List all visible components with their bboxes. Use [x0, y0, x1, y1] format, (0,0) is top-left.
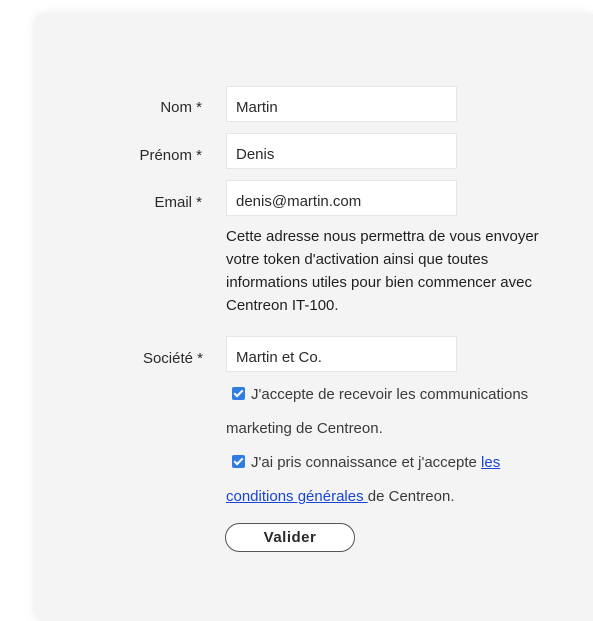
societe-field[interactable] — [226, 336, 457, 372]
nom-field[interactable] — [226, 86, 457, 122]
terms-text-after: de Centreon. — [367, 488, 455, 505]
terms-checkbox[interactable] — [232, 455, 245, 468]
email-label: Email * — [154, 194, 202, 211]
marketing-checkbox[interactable] — [232, 387, 245, 400]
nom-label: Nom * — [160, 99, 202, 116]
email-help-text: Cette adresse nous permettra de vous env… — [226, 228, 539, 314]
submit-button[interactable]: Valider — [225, 523, 355, 552]
terms-text-before: J'ai pris connaissance et j'accepte — [251, 454, 482, 471]
terms-consent: J'ai pris connaissance et j'accepte les … — [226, 446, 556, 514]
prenom-field[interactable] — [226, 133, 457, 169]
societe-label: Société * — [142, 350, 203, 367]
prenom-label: Prénom * — [139, 147, 202, 164]
marketing-consent: J'accepte de recevoir les communications… — [226, 378, 556, 446]
email-field[interactable] — [226, 180, 457, 216]
marketing-consent-text: J'accepte de recevoir les communications… — [226, 386, 529, 437]
